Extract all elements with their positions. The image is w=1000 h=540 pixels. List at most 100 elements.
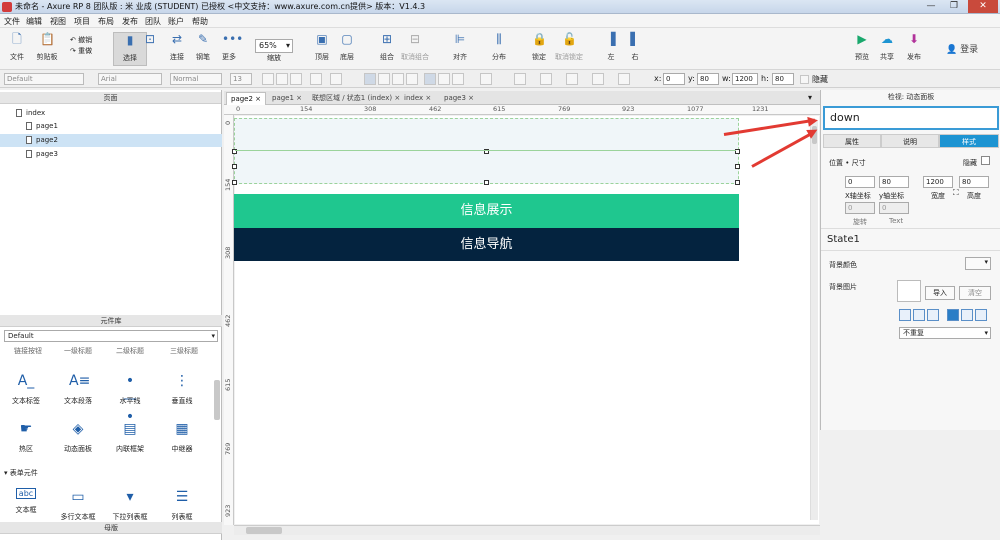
lib-repeater[interactable]: ▦ 中继器: [162, 420, 202, 454]
y-input[interactable]: 80: [697, 73, 719, 85]
align-right-button[interactable]: [927, 309, 939, 321]
menu-edit[interactable]: 编辑: [26, 16, 42, 27]
resize-handle[interactable]: [735, 180, 740, 185]
h-input[interactable]: 80: [772, 73, 794, 85]
menu-help[interactable]: 帮助: [192, 16, 208, 27]
rotation-input[interactable]: 0: [845, 202, 875, 214]
info-nav-banner[interactable]: 信息导航: [234, 228, 739, 261]
align-left-text-button[interactable]: [364, 73, 376, 85]
lib-listbox[interactable]: ☰ 列表框: [162, 488, 202, 522]
menu-team[interactable]: 团队: [145, 16, 161, 27]
vertical-scrollbar[interactable]: [810, 120, 818, 520]
valign-bottom-button[interactable]: [452, 73, 464, 85]
text-rotation-input[interactable]: 0: [879, 202, 909, 214]
menu-layout[interactable]: 布局: [98, 16, 114, 27]
align-center-button[interactable]: [913, 309, 925, 321]
library-scrollbar[interactable]: [214, 380, 220, 420]
bg-color-picker[interactable]: ▾: [965, 257, 991, 270]
menu-view[interactable]: 视图: [50, 16, 66, 27]
lib-text-label[interactable]: A_ 文本标签: [6, 372, 46, 406]
tab-index[interactable]: index ×: [400, 92, 435, 105]
close-button[interactable]: ✕: [968, 0, 998, 13]
close-icon[interactable]: ×: [255, 95, 261, 103]
justify-text-button[interactable]: [406, 73, 418, 85]
lib-text-field[interactable]: abc 文本框: [6, 488, 46, 515]
page-item-page2[interactable]: page2: [0, 134, 222, 147]
border-width-button[interactable]: [566, 73, 578, 85]
close-icon[interactable]: ×: [468, 94, 474, 102]
redo-button[interactable]: ↷ 重做: [70, 46, 92, 56]
publish-button[interactable]: ⬇ 发布: [897, 32, 931, 66]
zoom-select[interactable]: 65% ▾: [255, 39, 293, 53]
tab-page2[interactable]: page2 ×: [226, 92, 267, 105]
lib-horizontal-line[interactable]: •—• 水平线: [110, 372, 150, 425]
send-bottom-button[interactable]: ▢ 底层: [330, 32, 364, 66]
align-button[interactable]: ⊫ 对齐: [443, 32, 477, 66]
italic-button[interactable]: [276, 73, 288, 85]
width-input[interactable]: 1200: [923, 176, 953, 188]
lib-inline-frame[interactable]: ▤ 内联框架: [110, 420, 150, 454]
scroll-thumb[interactable]: [246, 527, 282, 534]
height-input[interactable]: 80: [959, 176, 989, 188]
lib-dynamic-panel[interactable]: ◈ 动态面板: [58, 420, 98, 454]
right-button[interactable]: ▌ 右: [618, 32, 652, 66]
tab-properties[interactable]: 属性: [823, 134, 881, 148]
tab-state1[interactable]: 联想区域 / 状态1 (index) ×: [308, 92, 404, 105]
shadow-button[interactable]: [514, 73, 526, 85]
align-middle-button[interactable]: [961, 309, 973, 321]
page-item-page3[interactable]: page3: [0, 148, 222, 161]
info-display-banner[interactable]: 信息展示: [234, 194, 739, 228]
y-coord-input[interactable]: 80: [879, 176, 909, 188]
x-input[interactable]: 0: [663, 73, 685, 85]
x-coord-input[interactable]: 0: [845, 176, 875, 188]
w-input[interactable]: 1200: [732, 73, 758, 85]
hidden-checkbox[interactable]: [981, 156, 990, 165]
list-button[interactable]: [330, 73, 342, 85]
align-left-button[interactable]: [899, 309, 911, 321]
state-name[interactable]: State1: [827, 234, 860, 245]
tab-notes[interactable]: 说明: [881, 134, 939, 148]
lib-hotspot[interactable]: ☛ 热区: [6, 420, 46, 454]
form-section-header[interactable]: ▾ 表单元件: [4, 468, 38, 478]
bold-button[interactable]: [262, 73, 274, 85]
menu-publish[interactable]: 发布: [122, 16, 138, 27]
align-bottom-button[interactable]: [975, 309, 987, 321]
font-weight-select[interactable]: Normal: [170, 73, 222, 85]
resize-handle[interactable]: [232, 180, 237, 185]
font-size-select[interactable]: 13: [230, 73, 252, 85]
maximize-button[interactable]: ❐: [943, 0, 965, 13]
valign-middle-button[interactable]: [438, 73, 450, 85]
underline-button[interactable]: [290, 73, 302, 85]
border-color-button[interactable]: [540, 73, 552, 85]
resize-handle[interactable]: [484, 180, 489, 185]
file-button[interactable]: 🗋 文件: [0, 32, 34, 66]
menu-project[interactable]: 项目: [74, 16, 90, 27]
clear-button[interactable]: 清空: [959, 286, 991, 300]
close-icon[interactable]: ×: [296, 94, 302, 102]
resize-handle[interactable]: [735, 164, 740, 169]
lock-button[interactable]: 🔒 锁定: [522, 32, 556, 66]
align-center-text-button[interactable]: [378, 73, 390, 85]
tab-page3[interactable]: page3 ×: [440, 92, 478, 105]
fill-color-button[interactable]: [480, 73, 492, 85]
arrow-style-button[interactable]: [618, 73, 630, 85]
horizontal-scrollbar[interactable]: [234, 525, 820, 535]
font-color-button[interactable]: [310, 73, 322, 85]
lib-textarea[interactable]: ▭ 多行文本框: [58, 488, 98, 522]
distribute-button[interactable]: ⫼ 分布: [482, 32, 516, 66]
minimize-button[interactable]: —: [920, 0, 942, 13]
style-select[interactable]: Default: [4, 73, 84, 85]
ungroup-button[interactable]: ⊟ 取消组合: [398, 32, 432, 66]
tabs-dropdown-icon[interactable]: ▾: [808, 93, 812, 102]
repeat-select[interactable]: 不重复 ▾: [899, 327, 991, 339]
tab-page1[interactable]: page1 ×: [268, 92, 306, 105]
menu-file[interactable]: 文件: [4, 16, 20, 27]
valign-top-button[interactable]: [424, 73, 436, 85]
lib-droplist[interactable]: ▾ 下拉列表框: [110, 488, 150, 522]
import-button[interactable]: 导入: [925, 286, 955, 300]
resize-handle[interactable]: [232, 164, 237, 169]
font-select[interactable]: Arial: [98, 73, 162, 85]
more-button[interactable]: ••• 更多: [212, 32, 246, 66]
hidden-checkbox[interactable]: [800, 75, 809, 84]
align-right-text-button[interactable]: [392, 73, 404, 85]
